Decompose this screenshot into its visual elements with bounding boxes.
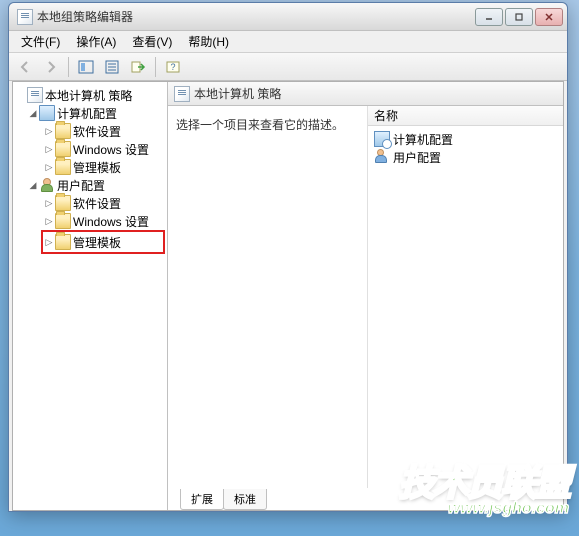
policy-icon (174, 86, 190, 102)
title-bar[interactable]: 本地组策略编辑器 (9, 3, 567, 31)
folder-icon (55, 213, 71, 229)
tree-computer-config[interactable]: ◢ 计算机配置 (15, 104, 165, 122)
tree-label: 计算机配置 (57, 105, 117, 122)
expand-icon[interactable]: ▷ (43, 198, 55, 209)
highlighted-annotation: ▷ 管理模板 (41, 230, 165, 254)
content-pane: 本地计算机 策略 选择一个项目来查看它的描述。 名称 计算机配置 (168, 82, 563, 510)
back-button[interactable] (13, 56, 37, 78)
user-config-icon (374, 149, 390, 165)
folder-icon (55, 141, 71, 157)
maximize-button[interactable] (505, 8, 533, 26)
description-text: 选择一个项目来查看它的描述。 (176, 116, 359, 133)
forward-button[interactable] (39, 56, 63, 78)
window-title: 本地组策略编辑器 (37, 8, 475, 25)
window-controls (475, 8, 563, 26)
tree-label: 管理模板 (73, 159, 121, 176)
list-items: 计算机配置 用户配置 (368, 126, 563, 170)
expand-icon[interactable]: ▷ (43, 126, 55, 137)
menu-view[interactable]: 查看(V) (124, 31, 180, 52)
tree-software-settings[interactable]: ▷ 软件设置 (15, 194, 165, 212)
help-button[interactable]: ? (161, 56, 185, 78)
list-item[interactable]: 计算机配置 (370, 130, 561, 148)
content-header: 本地计算机 策略 (168, 82, 563, 106)
folder-icon (55, 195, 71, 211)
client-area: 本地计算机 策略 ◢ 计算机配置 ▷ 软件设置 ▷ Windows 设置 ▷ 管… (12, 81, 564, 511)
policy-icon (27, 87, 43, 103)
folder-icon (55, 123, 71, 139)
folder-icon (55, 234, 71, 250)
list-item-label: 用户配置 (393, 149, 441, 166)
app-window: 本地组策略编辑器 文件(F) 操作(A) 查看(V) 帮助(H) (8, 2, 568, 512)
list-column: 名称 计算机配置 用户配置 (368, 106, 563, 488)
folder-icon (55, 159, 71, 175)
tree-label: Windows 设置 (73, 141, 149, 158)
tab-standard[interactable]: 标准 (223, 489, 267, 510)
menu-help[interactable]: 帮助(H) (180, 31, 237, 52)
list-item-label: 计算机配置 (393, 131, 453, 148)
toolbar-separator (155, 57, 156, 77)
tree-label: 用户配置 (57, 177, 105, 194)
description-column: 选择一个项目来查看它的描述。 (168, 106, 368, 488)
tree-label: Windows 设置 (73, 213, 149, 230)
tree-user-config[interactable]: ◢ 用户配置 (15, 176, 165, 194)
export-button[interactable] (126, 56, 150, 78)
menu-action[interactable]: 操作(A) (68, 31, 124, 52)
computer-config-icon (374, 131, 390, 147)
tab-extended[interactable]: 扩展 (180, 489, 224, 510)
tree-root[interactable]: 本地计算机 策略 (15, 86, 165, 104)
tree-label: 软件设置 (73, 195, 121, 212)
show-hide-tree-button[interactable] (74, 56, 98, 78)
tree-label: 管理模板 (73, 234, 121, 251)
expand-icon[interactable]: ▷ (43, 162, 55, 173)
tree-admin-templates-highlighted[interactable]: ▷ 管理模板 (43, 233, 149, 251)
expand-icon[interactable]: ▷ (43, 216, 55, 227)
column-header-name[interactable]: 名称 (368, 106, 563, 126)
toolbar: ? (9, 53, 567, 81)
toolbar-separator (68, 57, 69, 77)
menu-bar: 文件(F) 操作(A) 查看(V) 帮助(H) (9, 31, 567, 53)
minimize-button[interactable] (475, 8, 503, 26)
tree-software-settings[interactable]: ▷ 软件设置 (15, 122, 165, 140)
app-icon (17, 9, 33, 25)
properties-button[interactable] (100, 56, 124, 78)
content-body: 选择一个项目来查看它的描述。 名称 计算机配置 用户配置 (168, 106, 563, 488)
computer-icon (39, 105, 55, 121)
tree-windows-settings[interactable]: ▷ Windows 设置 (15, 140, 165, 158)
close-button[interactable] (535, 8, 563, 26)
tree-admin-templates[interactable]: ▷ 管理模板 (15, 158, 165, 176)
tabs-row: 扩展 标准 (168, 488, 563, 510)
menu-file[interactable]: 文件(F) (13, 31, 68, 52)
expand-icon[interactable]: ▷ (43, 237, 55, 248)
content-title: 本地计算机 策略 (194, 85, 281, 102)
user-icon (39, 177, 55, 193)
tree-label: 本地计算机 策略 (45, 87, 132, 104)
tree-pane[interactable]: 本地计算机 策略 ◢ 计算机配置 ▷ 软件设置 ▷ Windows 设置 ▷ 管… (13, 82, 168, 510)
collapse-icon[interactable]: ◢ (27, 180, 39, 191)
collapse-icon[interactable]: ◢ (27, 108, 39, 119)
list-item[interactable]: 用户配置 (370, 148, 561, 166)
svg-text:?: ? (170, 62, 175, 72)
tree-windows-settings[interactable]: ▷ Windows 设置 (15, 212, 165, 230)
tree-label: 软件设置 (73, 123, 121, 140)
expand-icon[interactable]: ▷ (43, 144, 55, 155)
